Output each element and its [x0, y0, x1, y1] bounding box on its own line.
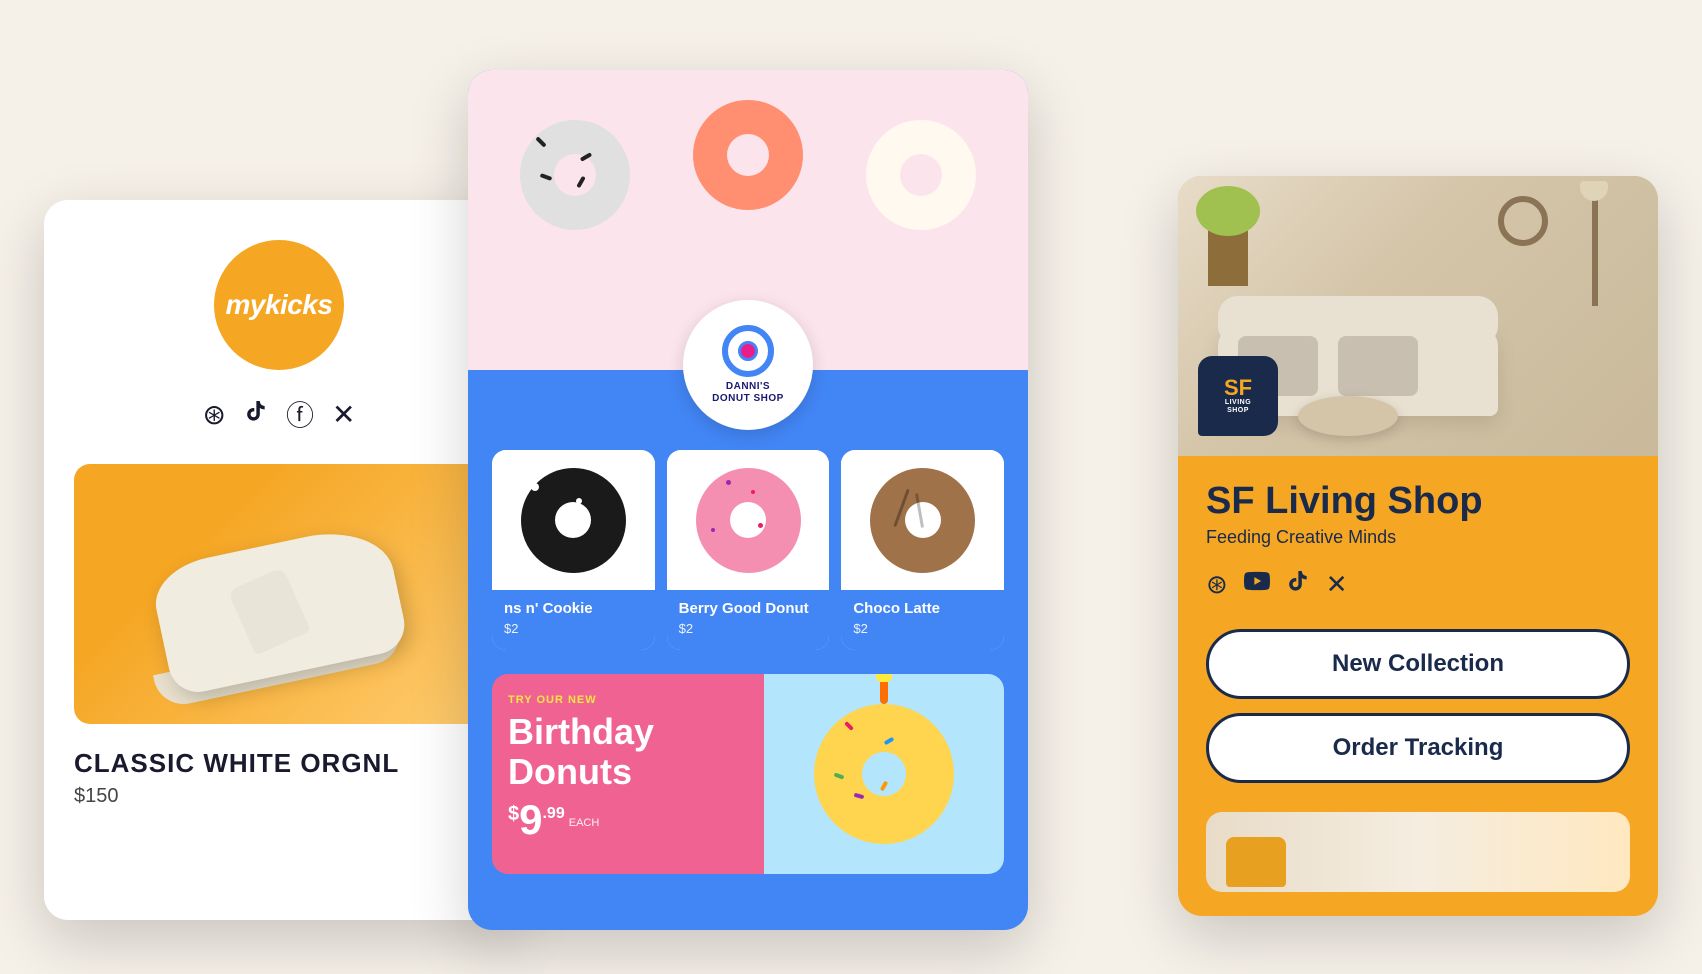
- deco-donut-3: [866, 120, 976, 230]
- item-3-name: Choco Latte: [853, 600, 992, 618]
- sf-wall-art: [1498, 196, 1548, 246]
- sf-social-row: ⊛ ✕: [1206, 568, 1630, 601]
- sf-content: SF Living Shop Feeding Creative Minds ⊛ …: [1178, 456, 1658, 916]
- donut-promo-section: TRY OUR NEW BirthdayDonuts $ 9 .99 EACH: [492, 674, 1004, 874]
- sf-room-image: SF LIVINGSHOP: [1178, 176, 1658, 456]
- mykicks-logo: mykicks: [214, 240, 344, 370]
- sf-tiktok-icon[interactable]: [1286, 569, 1310, 600]
- promo-each: EACH: [569, 817, 600, 829]
- mykicks-card: mykicks ⊛ ⓕ ✕ CLAS: [44, 200, 514, 920]
- sf-plant-leaves: [1196, 186, 1260, 236]
- sf-lamp: [1592, 186, 1598, 306]
- donut-logo-ring: [722, 325, 774, 377]
- donut-logo-inner: [738, 341, 758, 361]
- shoe-tongue: [228, 567, 311, 655]
- promo-price-row: $ 9 .99 EACH: [508, 799, 748, 841]
- instagram-icon[interactable]: ⊛: [203, 398, 226, 431]
- item-1-price: $2: [504, 621, 643, 636]
- promo-left: TRY OUR NEW BirthdayDonuts $ 9 .99 EACH: [492, 674, 764, 874]
- item-3-price: $2: [853, 621, 992, 636]
- donut-logo: DANNI'S DONUT SHOP: [683, 300, 813, 430]
- item-2-name: Berry Good Donut: [679, 600, 818, 618]
- promo-dollar: $: [508, 803, 519, 826]
- sf-chair: [1226, 837, 1286, 887]
- donut-item-3[interactable]: Choco Latte $2: [841, 450, 1004, 650]
- product-price: $150: [74, 785, 119, 808]
- x-twitter-icon[interactable]: ✕: [332, 398, 355, 431]
- mykicks-product-image: [74, 464, 484, 724]
- mykicks-logo-text: mykicks: [225, 289, 332, 321]
- donut-logo-name: DANNI'S DONUT SHOP: [712, 381, 784, 405]
- sf-logo-badge: SF LIVINGSHOP: [1198, 356, 1278, 436]
- sf-x-icon[interactable]: ✕: [1326, 569, 1348, 600]
- donut-item-1[interactable]: ns n' Cookie $2: [492, 450, 655, 650]
- birthday-donut: [814, 704, 954, 844]
- sf-instagram-icon[interactable]: ⊛: [1206, 569, 1228, 600]
- donut-item-2[interactable]: Berry Good Donut $2: [667, 450, 830, 650]
- facebook-icon[interactable]: ⓕ: [286, 394, 314, 434]
- deco-donut-1: [520, 120, 630, 230]
- promo-tag: TRY OUR NEW: [508, 694, 748, 706]
- sf-logo-text: SF: [1224, 377, 1252, 399]
- donut-top-section: DANNI'S DONUT SHOP: [468, 70, 1028, 370]
- scene: mykicks ⊛ ⓕ ✕ CLAS: [0, 0, 1702, 974]
- candle: [880, 674, 888, 704]
- promo-cents: .99: [542, 805, 564, 823]
- sf-logo-sub: LIVINGSHOP: [1225, 399, 1251, 416]
- item-1-name: ns n' Cookie: [504, 600, 643, 618]
- new-collection-button[interactable]: New Collection: [1206, 629, 1630, 699]
- promo-title: BirthdayDonuts: [508, 712, 748, 791]
- sf-room2-visual: [1206, 812, 1630, 892]
- sf-youtube-icon[interactable]: [1244, 568, 1270, 601]
- item-2-price: $2: [679, 621, 818, 636]
- candle-flame: [876, 674, 892, 682]
- mykicks-social-row: ⊛ ⓕ ✕: [203, 394, 356, 434]
- order-tracking-button[interactable]: Order Tracking: [1206, 713, 1630, 783]
- promo-right: [764, 674, 1004, 874]
- shoe-body: [148, 520, 410, 697]
- sf-lamp-shade: [1580, 181, 1608, 201]
- sf-cushion-2: [1338, 336, 1418, 396]
- sf-living-card: SF LIVINGSHOP SF Living Shop Feeding Cre…: [1178, 176, 1658, 916]
- donut-card: DANNI'S DONUT SHOP ns n' Cookie: [468, 70, 1028, 930]
- tiktok-icon[interactable]: [244, 398, 268, 430]
- sf-bottom-room-peek: [1206, 812, 1630, 892]
- promo-price-big: 9: [519, 799, 542, 841]
- sf-tagline: Feeding Creative Minds: [1206, 527, 1630, 548]
- deco-donut-2: [693, 100, 803, 210]
- sf-table: [1298, 396, 1398, 436]
- product-title: CLASSIC WHITE ORGNL: [74, 748, 399, 779]
- decorative-donuts: [468, 90, 1028, 200]
- sf-shop-name: SF Living Shop: [1206, 480, 1630, 523]
